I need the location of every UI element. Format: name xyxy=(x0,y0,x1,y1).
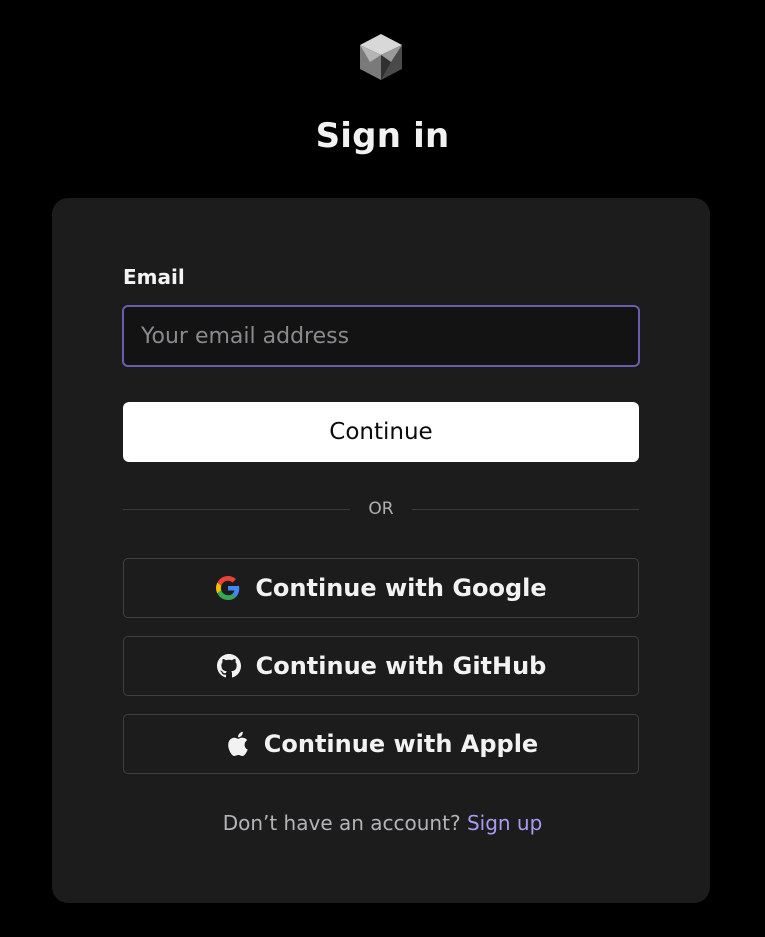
signup-prompt: Don’t have an account? Sign up xyxy=(0,811,765,835)
google-icon xyxy=(215,575,241,601)
github-icon xyxy=(216,653,242,679)
email-label: Email xyxy=(123,265,185,289)
github-button-label: Continue with GitHub xyxy=(255,652,547,680)
divider-or-text: OR xyxy=(368,499,394,519)
apple-button-label: Continue with Apple xyxy=(263,730,539,758)
email-field[interactable] xyxy=(122,305,640,367)
cube-logo-icon xyxy=(358,32,404,82)
divider-line-right xyxy=(412,509,639,510)
signup-prompt-text: Don’t have an account? xyxy=(222,811,461,835)
continue-with-github-button[interactable]: Continue with GitHub xyxy=(123,636,639,696)
continue-with-google-button[interactable]: Continue with Google xyxy=(123,558,639,618)
google-button-label: Continue with Google xyxy=(255,574,547,602)
sign-up-link[interactable]: Sign up xyxy=(467,811,542,835)
page-title: Sign in xyxy=(315,116,450,156)
apple-icon xyxy=(224,731,250,757)
sign-in-card xyxy=(52,198,710,903)
continue-with-apple-button[interactable]: Continue with Apple xyxy=(123,714,639,774)
divider-line-left xyxy=(123,509,350,510)
continue-button[interactable]: Continue xyxy=(123,402,639,462)
